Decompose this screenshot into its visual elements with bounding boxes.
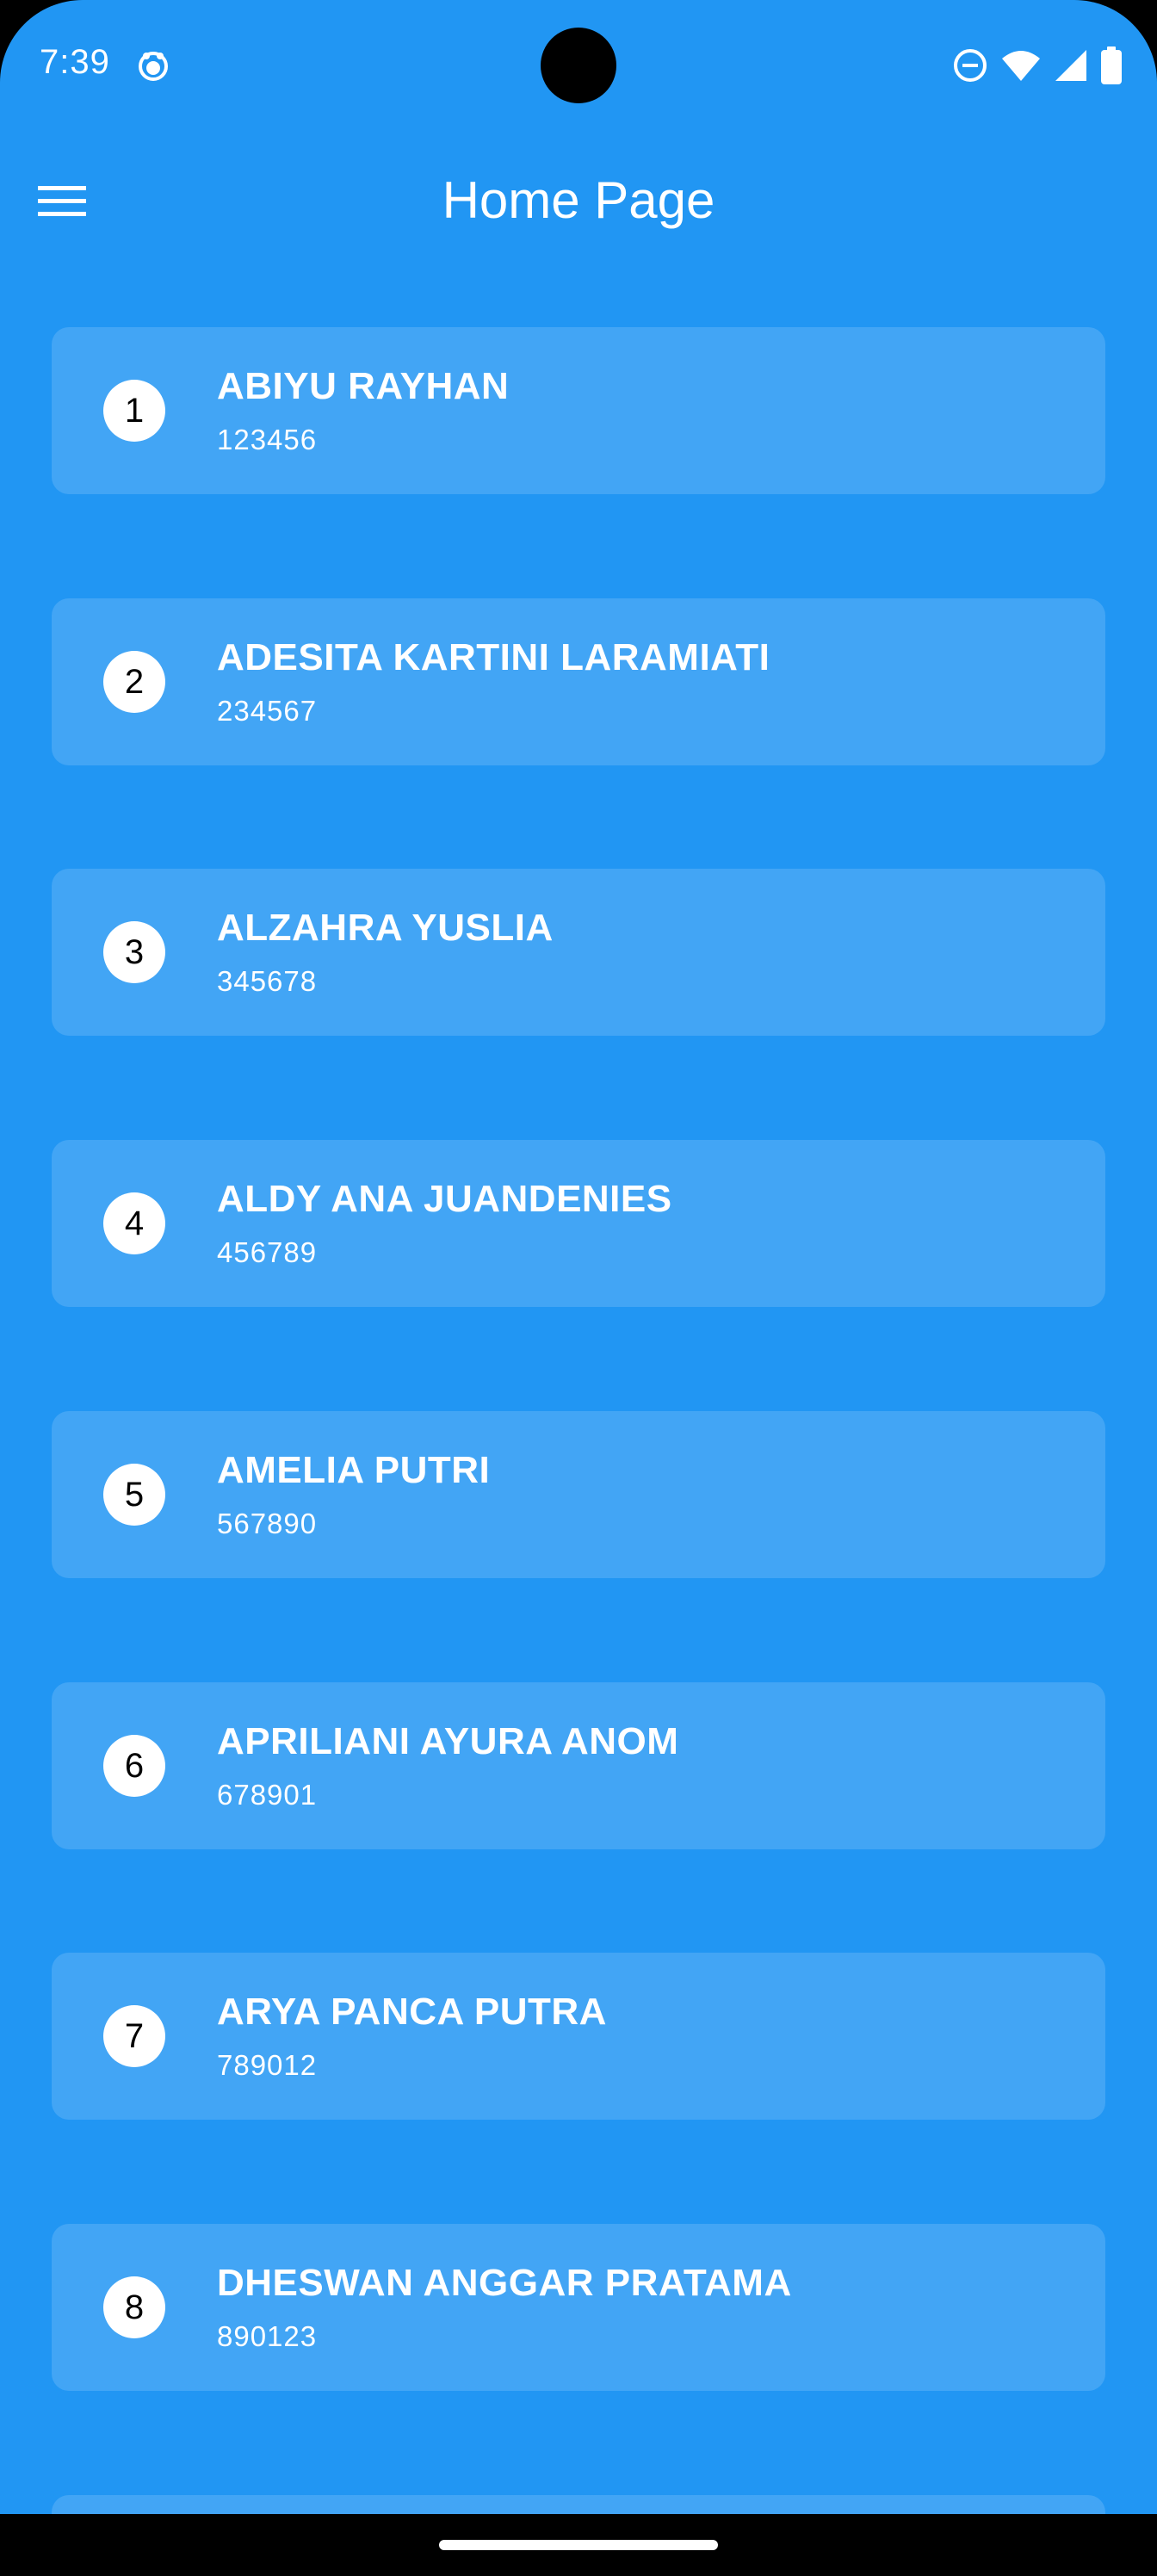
wifi-icon: [1000, 48, 1042, 83]
student-name: AMELIA PUTRI: [217, 1449, 491, 1491]
student-name: ADESITA KARTINI LARAMIATI: [217, 636, 770, 678]
home-indicator[interactable]: [439, 2540, 718, 2550]
student-card[interactable]: 5 AMELIA PUTRI 567890: [52, 1411, 1105, 1578]
number-avatar: 4: [103, 1192, 165, 1254]
number-avatar: 2: [103, 651, 165, 713]
student-name: DHESWAN ANGGAR PRATAMA: [217, 2262, 792, 2304]
student-name: APRILIANI AYURA ANOM: [217, 1720, 679, 1762]
student-name: ABIYU RAYHAN: [217, 365, 510, 407]
student-card[interactable]: 1 ABIYU RAYHAN 123456: [52, 327, 1105, 494]
student-card[interactable]: 8 DHESWAN ANGGAR PRATAMA 890123: [52, 2224, 1105, 2391]
student-id: 567890: [217, 1508, 318, 1539]
student-id: 789012: [217, 2049, 318, 2081]
page-title: Home Page: [442, 171, 715, 229]
student-card[interactable]: 4 ALDY ANA JUANDENIES 456789: [52, 1140, 1105, 1307]
battery-icon: [1100, 46, 1123, 84]
app-bar: Home Page: [0, 129, 1157, 274]
app-screen: 7:39 Home Page 1 ABIYU RAYHAN 123456 2 A…: [0, 0, 1157, 2514]
number-avatar: 8: [103, 2276, 165, 2338]
number-avatar: 3: [103, 921, 165, 983]
do-not-disturb-icon: [952, 47, 988, 84]
app-notification-icon: [138, 50, 169, 81]
number-avatar: 7: [103, 2005, 165, 2067]
navigation-bar: [0, 2514, 1157, 2576]
student-card[interactable]: 2 ADESITA KARTINI LARAMIATI 234567: [52, 598, 1105, 765]
student-name: ARYA PANCA PUTRA: [217, 1991, 607, 2033]
number-avatar: 1: [103, 380, 165, 442]
number-avatar: 6: [103, 1735, 165, 1797]
student-card[interactable]: 6 APRILIANI AYURA ANOM 678901: [52, 1682, 1105, 1849]
camera-cutout: [541, 28, 616, 103]
student-name: ALDY ANA JUANDENIES: [217, 1178, 672, 1220]
status-time: 7:39: [40, 43, 110, 81]
student-id: 890123: [217, 2320, 318, 2352]
student-card[interactable]: 3 ALZAHRA YUSLIA 345678: [52, 869, 1105, 1036]
student-id: 345678: [217, 965, 318, 997]
student-card-partial[interactable]: [52, 2495, 1105, 2514]
cell-signal-icon: [1054, 48, 1088, 83]
student-id: 456789: [217, 1236, 318, 1268]
student-id: 123456: [217, 424, 318, 455]
student-id: 678901: [217, 1779, 318, 1811]
student-id: 234567: [217, 695, 318, 727]
status-icons: [952, 45, 1123, 86]
status-bar: 7:39: [0, 0, 1157, 129]
number-avatar: 5: [103, 1464, 165, 1526]
student-name: ALZAHRA YUSLIA: [217, 907, 554, 949]
student-card[interactable]: 7 ARYA PANCA PUTRA 789012: [52, 1953, 1105, 2120]
